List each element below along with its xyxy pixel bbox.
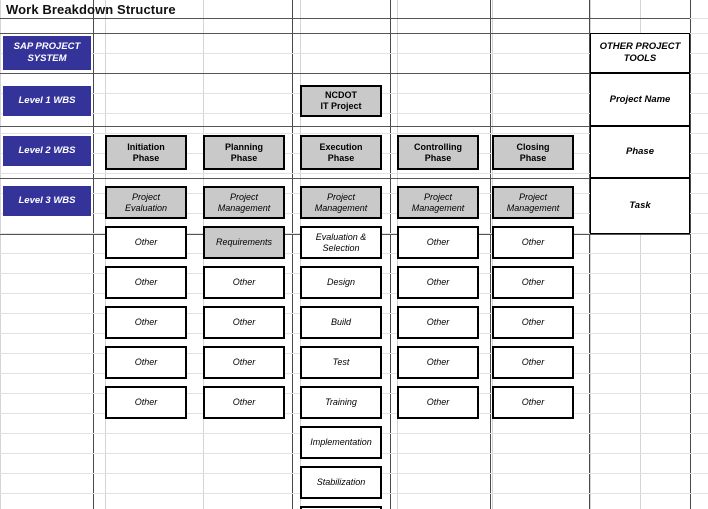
wbs-level2-node: Controlling Phase <box>397 135 479 170</box>
wbs-level3-node: Other <box>203 346 285 379</box>
other-tools-cell-2: Phase <box>590 126 690 178</box>
grid-hline-major <box>0 73 690 74</box>
sidebar-level-0: SAP PROJECT SYSTEM <box>3 36 91 70</box>
other-tools-cell-1: Project Name <box>590 73 690 126</box>
wbs-level3-node: Design <box>300 266 382 299</box>
grid-hline-major <box>0 178 690 179</box>
wbs-level3-node: Stabilization <box>300 466 382 499</box>
wbs-level3-node: Other <box>397 306 479 339</box>
grid-hline-major <box>0 33 690 34</box>
wbs-level3-node: Project Management <box>300 186 382 219</box>
wbs-level3-node: Other <box>105 386 187 419</box>
wbs-level3-node: Other <box>397 346 479 379</box>
wbs-level1-node: NCDOT IT Project <box>300 85 382 117</box>
wbs-level3-node: Other <box>492 386 574 419</box>
wbs-level3-node: Other <box>105 266 187 299</box>
wbs-level3-node: Other <box>203 386 285 419</box>
wbs-level3-node: Other <box>203 266 285 299</box>
wbs-level3-node: Other <box>105 306 187 339</box>
wbs-level3-node: Project Management <box>492 186 574 219</box>
sidebar-level-1: Level 1 WBS <box>3 86 91 116</box>
sidebar-level-3: Level 3 WBS <box>3 186 91 216</box>
wbs-level3-node: Project Evaluation <box>105 186 187 219</box>
wbs-level3-node: Training <box>300 386 382 419</box>
wbs-level3-node: Other <box>492 226 574 259</box>
other-tools-cell-0: OTHER PROJECT TOOLS <box>590 33 690 73</box>
wbs-level3-node: Other <box>397 226 479 259</box>
grid-hline-major <box>0 126 690 127</box>
wbs-level3-node: Evaluation & Selection <box>300 226 382 259</box>
sidebar-level-2: Level 2 WBS <box>3 136 91 166</box>
wbs-level2-node: Initiation Phase <box>105 135 187 170</box>
wbs-level3-node: Implementation <box>300 426 382 459</box>
wbs-level3-node: Other <box>492 346 574 379</box>
wbs-level2-node: Closing Phase <box>492 135 574 170</box>
wbs-level3-node: Requirements <box>203 226 285 259</box>
wbs-level3-node: Other <box>492 306 574 339</box>
wbs-level3-node: Project Management <box>203 186 285 219</box>
wbs-level3-node: Project Management <box>397 186 479 219</box>
wbs-level3-node: Other <box>397 266 479 299</box>
wbs-level3-node: Other <box>105 226 187 259</box>
wbs-level3-node: Other <box>492 266 574 299</box>
wbs-level3-node: Other <box>105 346 187 379</box>
page-title: Work Breakdown Structure <box>6 2 176 17</box>
wbs-level3-node: Other <box>203 306 285 339</box>
wbs-level2-node: Planning Phase <box>203 135 285 170</box>
wbs-level3-node: Build <box>300 306 382 339</box>
wbs-level3-node: Test <box>300 346 382 379</box>
other-tools-cell-3: Task <box>590 178 690 234</box>
grid-hline-major <box>0 18 690 19</box>
spreadsheet-canvas: Work Breakdown Structure SAP PROJECT SYS… <box>0 0 708 509</box>
wbs-level2-node: Execution Phase <box>300 135 382 170</box>
wbs-level3-node: Other <box>397 386 479 419</box>
